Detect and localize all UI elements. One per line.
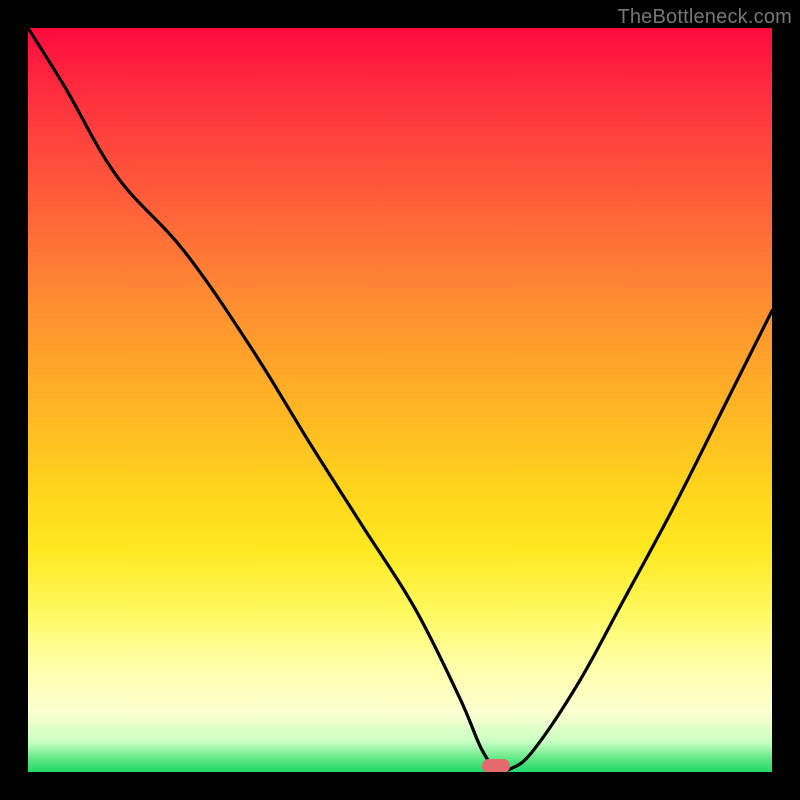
bottleneck-curve <box>28 28 772 772</box>
watermark-text: TheBottleneck.com <box>617 6 792 29</box>
plot-area <box>28 28 772 772</box>
chart-frame: TheBottleneck.com <box>0 0 800 800</box>
curve-path <box>28 28 772 771</box>
optimum-marker <box>482 759 510 772</box>
